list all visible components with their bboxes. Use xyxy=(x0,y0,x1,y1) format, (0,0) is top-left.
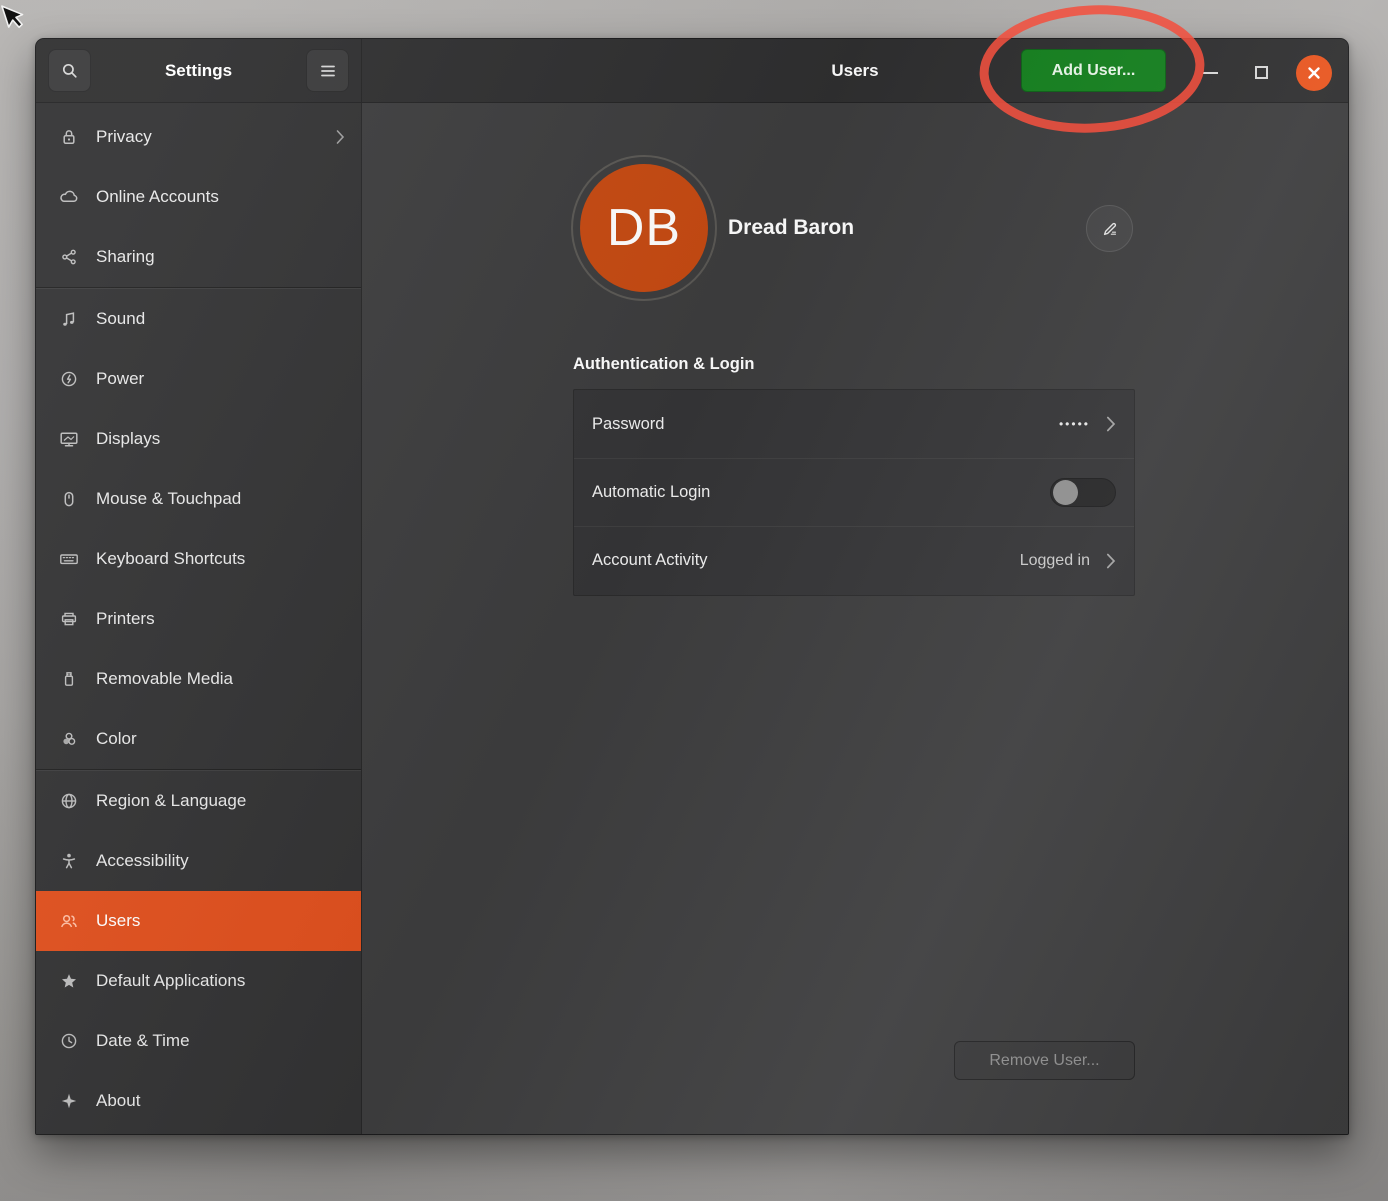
automatic-login-toggle[interactable] xyxy=(1050,478,1116,507)
avatar[interactable]: DB xyxy=(580,164,708,292)
sidebar-item-online-accounts[interactable]: Online Accounts xyxy=(36,167,361,227)
sidebar-item-label: Default Applications xyxy=(96,971,345,991)
sidebar-item-label: Online Accounts xyxy=(96,187,345,207)
close-icon xyxy=(1305,64,1323,82)
sidebar: Privacy Online Accounts Sharing xyxy=(36,103,362,1135)
sidebar-item-sharing[interactable]: Sharing xyxy=(36,227,361,287)
sidebar-item-label: About xyxy=(96,1091,345,1111)
pencil-icon xyxy=(1100,219,1120,239)
sidebar-item-date-time[interactable]: Date & Time xyxy=(36,1011,361,1071)
display-icon xyxy=(58,428,80,450)
sidebar-item-label: Power xyxy=(96,369,345,389)
settings-title: Settings xyxy=(165,61,232,81)
account-activity-label: Account Activity xyxy=(592,551,1020,570)
automatic-login-label: Automatic Login xyxy=(592,483,1050,502)
sidebar-item-label: Accessibility xyxy=(96,851,345,871)
sidebar-item-label: Mouse & Touchpad xyxy=(96,489,345,509)
sidebar-item-label: Keyboard Shortcuts xyxy=(96,549,345,569)
sidebar-item-power[interactable]: Power xyxy=(36,349,361,409)
sidebar-item-color[interactable]: Color xyxy=(36,709,361,769)
sidebar-header: Settings xyxy=(36,39,362,102)
chevron-right-icon xyxy=(1106,552,1116,570)
sidebar-item-removable-media[interactable]: Removable Media xyxy=(36,649,361,709)
clock-icon xyxy=(58,1030,80,1052)
chevron-right-icon xyxy=(336,129,345,145)
sidebar-item-about[interactable]: About xyxy=(36,1071,361,1131)
desktop-background: Settings Users Add User... xyxy=(0,0,1388,1201)
cloud-icon xyxy=(58,186,80,208)
hamburger-menu-icon xyxy=(319,63,337,79)
page-title: Users xyxy=(831,61,878,81)
account-activity-row[interactable]: Account Activity Logged in xyxy=(574,526,1134,594)
toggle-knob xyxy=(1053,480,1078,505)
sidebar-item-label: Date & Time xyxy=(96,1031,345,1051)
star-icon xyxy=(58,970,80,992)
sidebar-item-displays[interactable]: Displays xyxy=(36,409,361,469)
section-title: Authentication & Login xyxy=(573,355,754,374)
accessibility-icon xyxy=(58,850,80,872)
password-label: Password xyxy=(592,415,1059,434)
sidebar-item-label: Color xyxy=(96,729,345,749)
avatar-ring: DB xyxy=(571,155,717,301)
sidebar-item-privacy[interactable]: Privacy xyxy=(36,107,361,167)
color-circles-icon xyxy=(58,728,80,750)
sidebar-item-label: Displays xyxy=(96,429,345,449)
password-value: ••••• xyxy=(1059,417,1090,431)
keyboard-icon xyxy=(58,548,80,570)
sidebar-item-users[interactable]: Users xyxy=(36,891,361,951)
sidebar-item-label: Sound xyxy=(96,309,345,329)
automatic-login-row: Automatic Login xyxy=(574,458,1134,526)
add-user-button[interactable]: Add User... xyxy=(1021,49,1166,92)
users-panel: DB Dread Baron Authentication & Login Pa… xyxy=(362,103,1348,1135)
settings-window: Settings Users Add User... xyxy=(35,38,1349,1135)
sidebar-item-accessibility[interactable]: Accessibility xyxy=(36,831,361,891)
titlebar: Settings Users Add User... xyxy=(36,39,1348,103)
sidebar-item-label: Removable Media xyxy=(96,669,345,689)
sidebar-item-region-language[interactable]: Region & Language xyxy=(36,771,361,831)
sidebar-item-sound[interactable]: Sound xyxy=(36,289,361,349)
sidebar-item-default-applications[interactable]: Default Applications xyxy=(36,951,361,1011)
power-icon xyxy=(58,368,80,390)
sidebar-item-keyboard-shortcuts[interactable]: Keyboard Shortcuts xyxy=(36,529,361,589)
minimize-button[interactable] xyxy=(1203,72,1218,74)
password-row[interactable]: Password ••••• xyxy=(574,390,1134,458)
sidebar-item-label: Region & Language xyxy=(96,791,345,811)
authentication-list: Password ••••• Automatic Login Account A… xyxy=(573,389,1135,596)
account-activity-value: Logged in xyxy=(1020,552,1090,570)
users-icon xyxy=(58,910,80,932)
sidebar-item-label: Printers xyxy=(96,609,345,629)
globe-icon xyxy=(58,790,80,812)
sparkle-icon xyxy=(58,1090,80,1112)
mouse-cursor-icon xyxy=(0,3,28,37)
sidebar-item-printers[interactable]: Printers xyxy=(36,589,361,649)
search-icon xyxy=(60,61,80,81)
user-full-name: Dread Baron xyxy=(728,216,854,240)
chevron-right-icon xyxy=(1106,415,1116,433)
music-note-icon xyxy=(58,308,80,330)
sidebar-item-mouse-touchpad[interactable]: Mouse & Touchpad xyxy=(36,469,361,529)
sidebar-item-label: Sharing xyxy=(96,247,345,267)
window-controls xyxy=(1178,39,1348,103)
main-header: Users Add User... xyxy=(362,39,1348,102)
window-body: Privacy Online Accounts Sharing xyxy=(36,103,1348,1135)
rename-user-button[interactable] xyxy=(1086,205,1133,252)
usb-drive-icon xyxy=(58,668,80,690)
mouse-icon xyxy=(58,488,80,510)
close-button[interactable] xyxy=(1296,55,1332,91)
sidebar-item-label: Users xyxy=(96,911,345,931)
lock-icon xyxy=(58,126,80,148)
remove-user-button[interactable]: Remove User... xyxy=(954,1041,1135,1080)
share-icon xyxy=(58,246,80,268)
maximize-button[interactable] xyxy=(1255,66,1268,79)
printer-icon xyxy=(58,608,80,630)
sidebar-item-label: Privacy xyxy=(96,127,320,147)
search-button[interactable] xyxy=(48,49,91,92)
menu-button[interactable] xyxy=(306,49,349,92)
